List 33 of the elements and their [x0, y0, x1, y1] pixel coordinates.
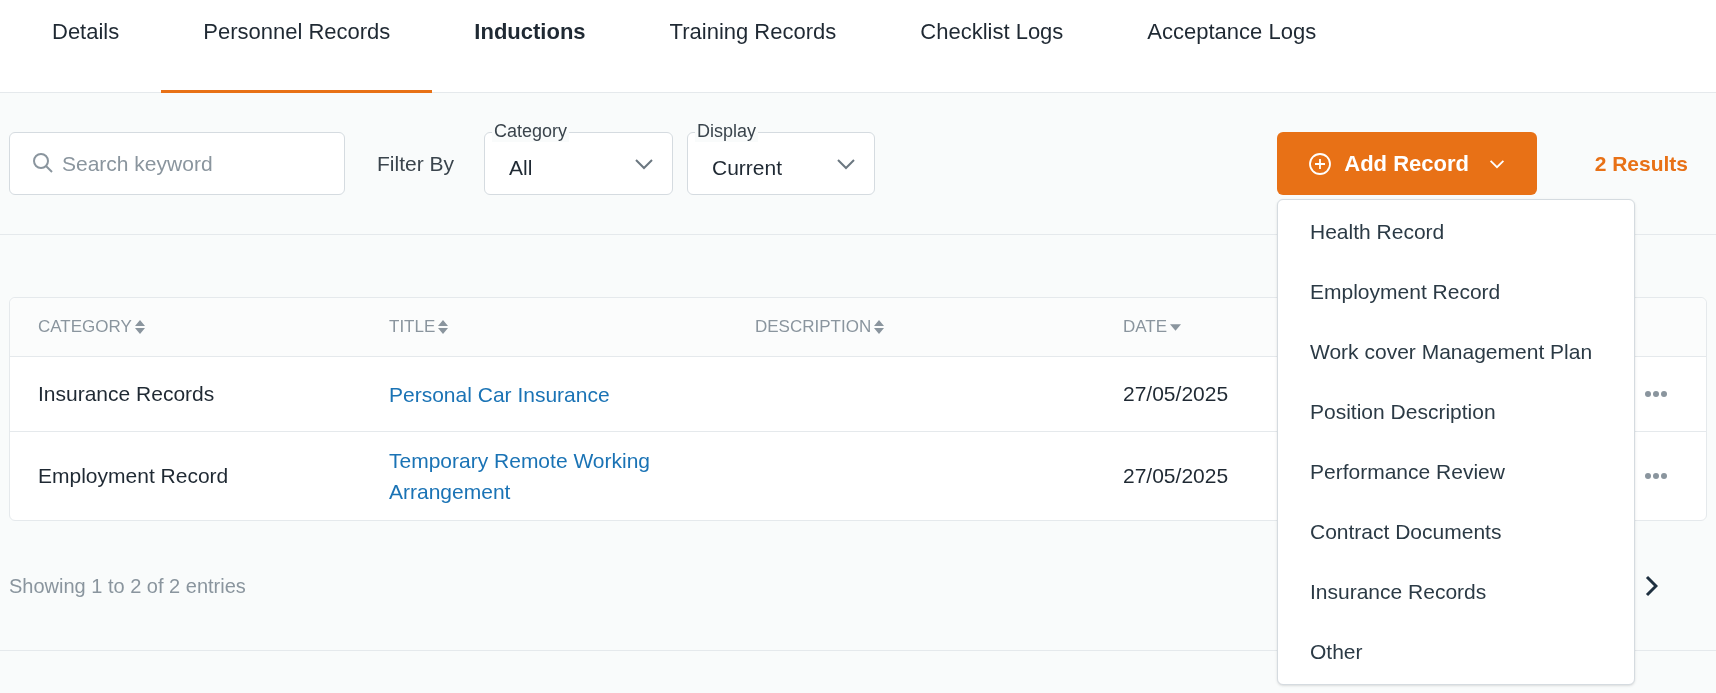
record-link[interactable]: Temporary Remote Working Arrangement [389, 445, 715, 507]
menu-item[interactable]: Performance Review [1278, 442, 1634, 502]
search-field[interactable]: Search keyword [9, 132, 345, 195]
menu-item[interactable]: Work cover Management Plan [1278, 322, 1634, 382]
table-cell: 27/05/2025 [1123, 382, 1229, 406]
tab[interactable]: Details [10, 0, 162, 93]
table-cell-text: Insurance Records [38, 381, 216, 408]
more-options-icon[interactable] [1644, 472, 1668, 480]
tab[interactable]: Checklist Logs [878, 0, 1106, 93]
table-cell: 27/05/2025 [1123, 464, 1229, 488]
record-link[interactable]: Personal Car Insurance [389, 378, 715, 410]
select-value: All [509, 154, 533, 181]
table-cell-text: Employment Record [38, 463, 230, 490]
menu-item[interactable]: Employment Record [1278, 262, 1634, 322]
tab[interactable]: Training Records [627, 0, 879, 93]
menu-item[interactable]: Contract Documents [1278, 502, 1634, 562]
menu-item[interactable]: Insurance Records [1278, 562, 1634, 622]
tab[interactable]: Inductions [432, 0, 628, 93]
more-options-icon[interactable] [1644, 390, 1668, 398]
results-count: 2 Results [1594, 150, 1688, 177]
plus-circle-icon [1308, 151, 1333, 176]
menu-item[interactable]: Other [1278, 622, 1634, 682]
next-page-icon[interactable] [1644, 574, 1658, 597]
chevron-down-icon [1488, 158, 1505, 169]
search-icon [31, 151, 55, 175]
chevron-down-icon [634, 157, 654, 170]
menu-item[interactable]: Position Description [1278, 382, 1634, 442]
select-value: Current [712, 154, 783, 181]
chevron-down-icon [836, 157, 856, 170]
menu-item[interactable]: Health Record [1278, 202, 1634, 262]
filter-label: Filter By [377, 150, 454, 177]
tab[interactable]: Acceptance Logs [1105, 0, 1359, 93]
pagination-summary: Showing 1 to 2 of 2 entries [9, 573, 246, 599]
